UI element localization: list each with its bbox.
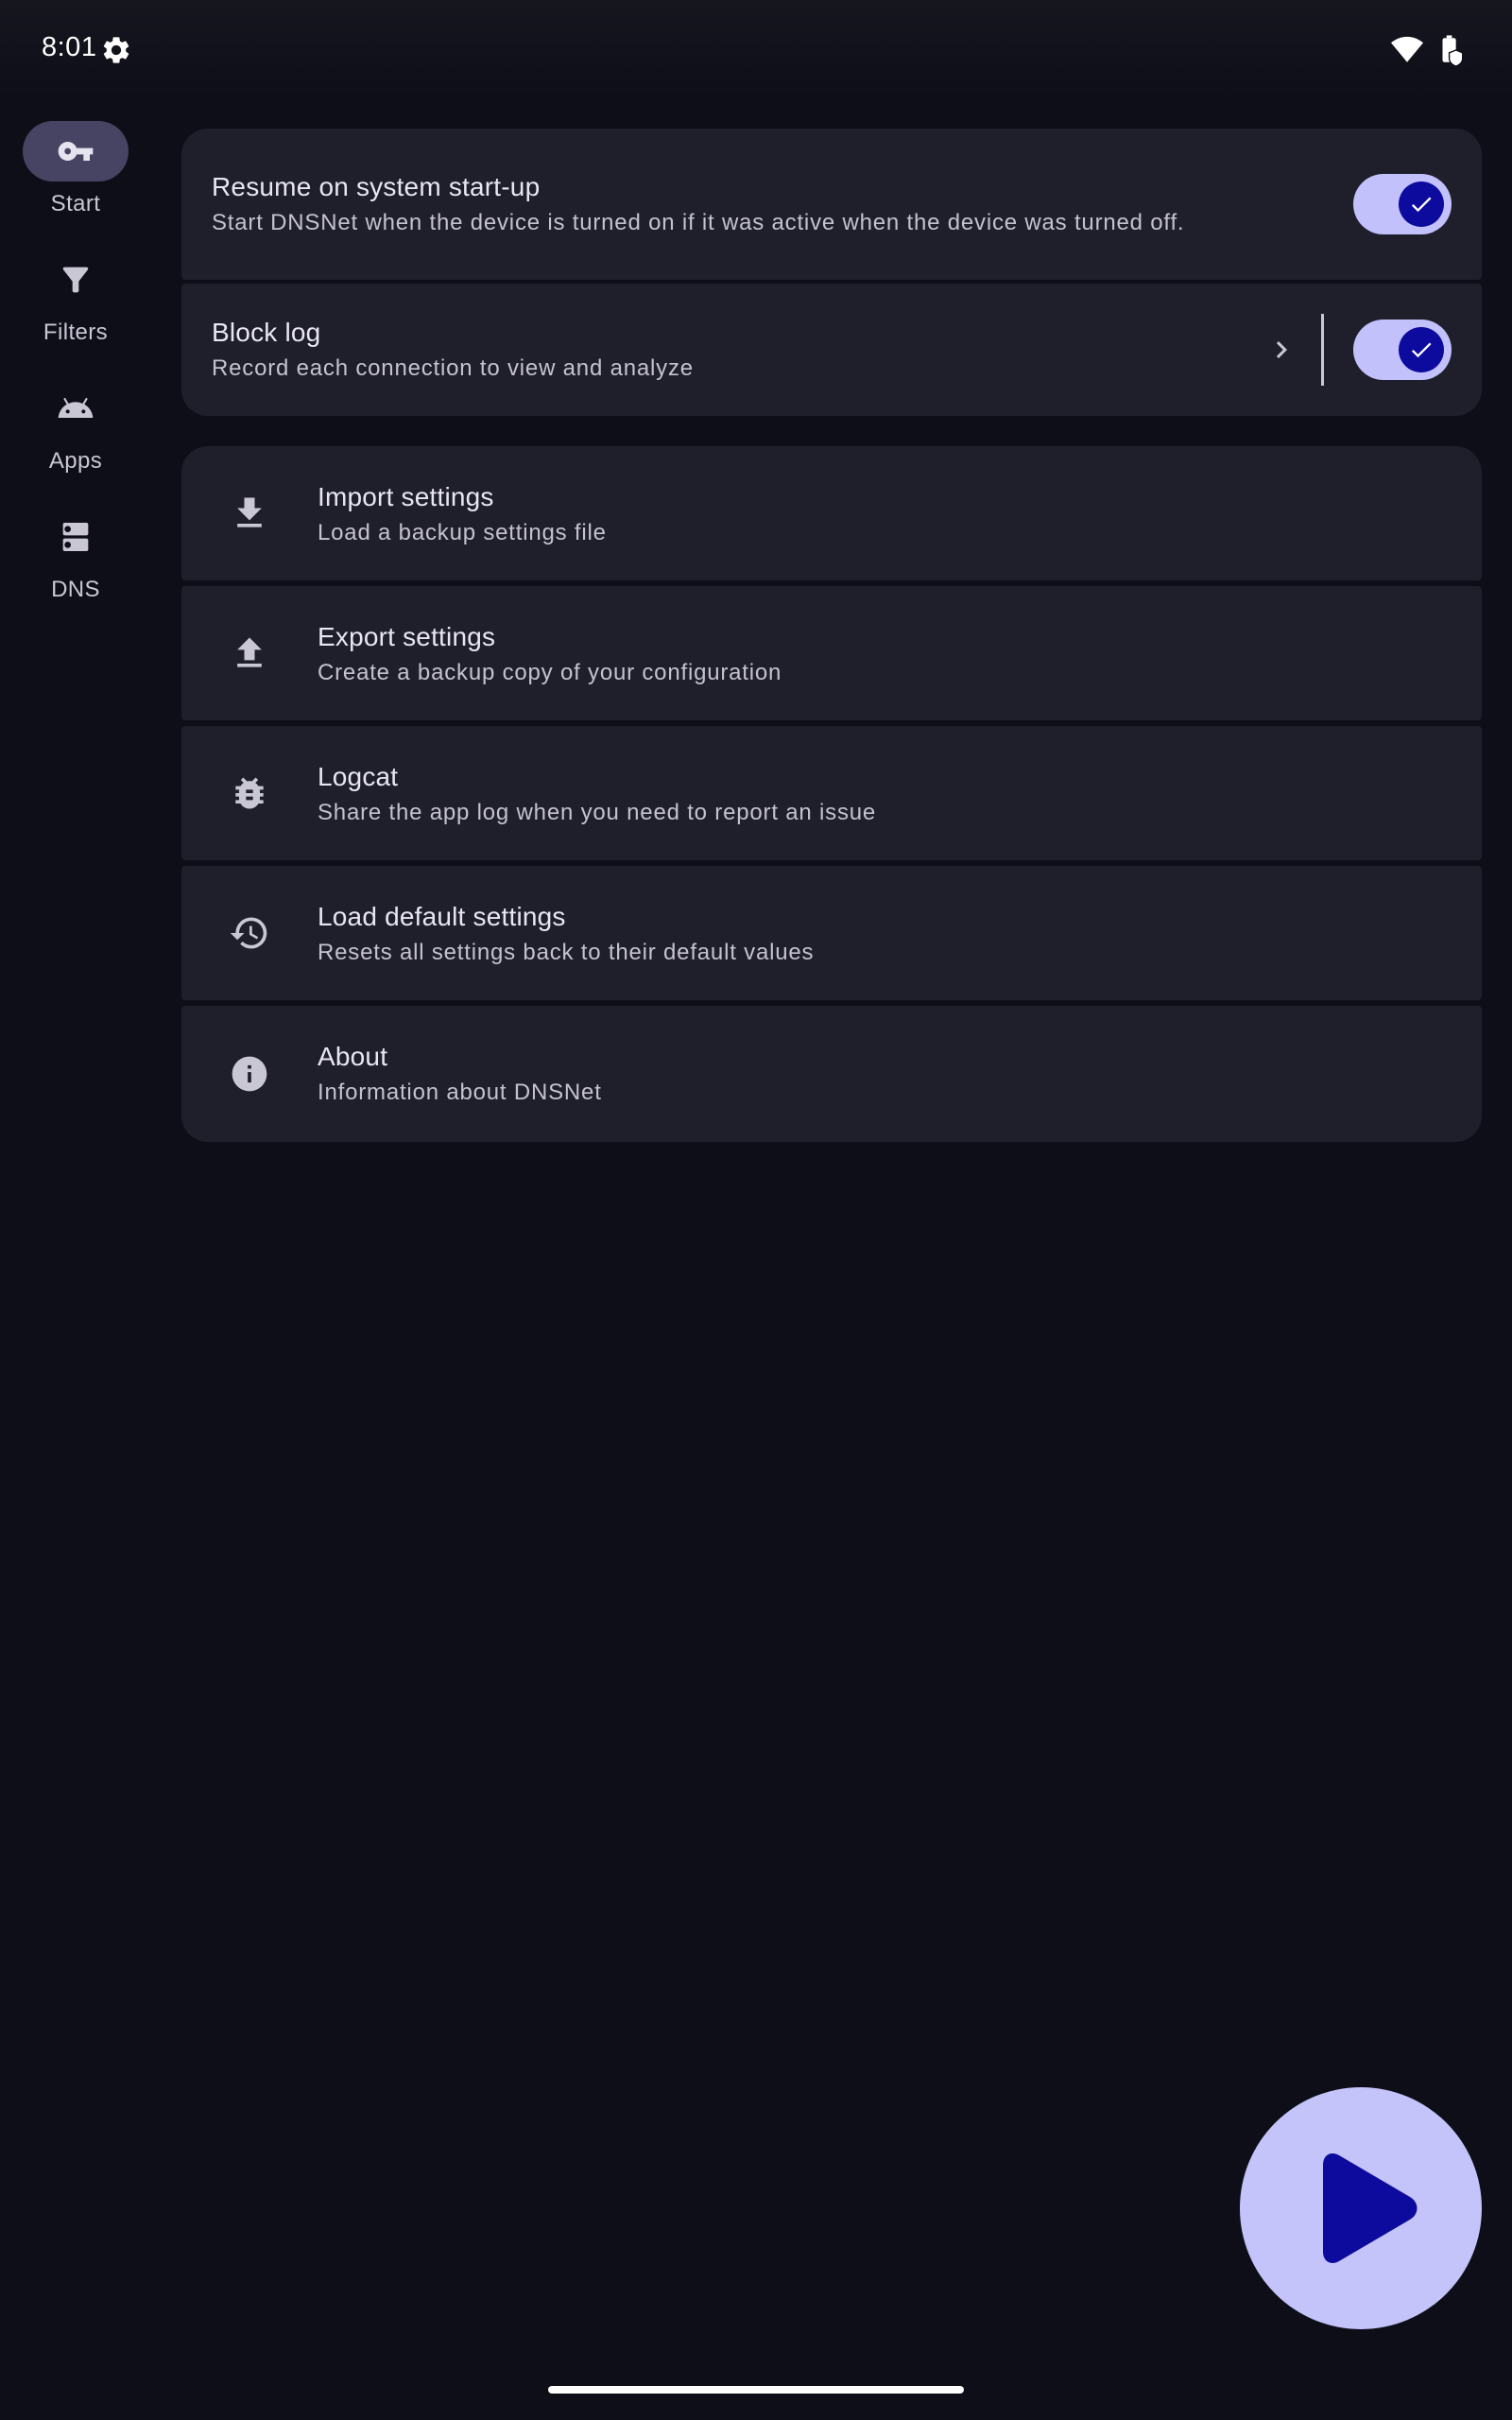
row-title: Load default settings: [318, 902, 566, 931]
nav-item-filters[interactable]: Filters: [0, 242, 151, 365]
row-title: Logcat: [318, 762, 399, 791]
android-icon: [58, 397, 94, 418]
row-subtitle: Information about DNSNet: [318, 1080, 602, 1105]
row-title: Export settings: [318, 622, 496, 651]
about-row[interactable]: About Information about DNSNet: [181, 1006, 1482, 1142]
server-icon: [62, 523, 89, 551]
start-vpn-button[interactable]: [1240, 2087, 1482, 2329]
key-icon: [58, 142, 94, 161]
status-time: 8:01: [42, 32, 97, 62]
row-subtitle: Record each connection to view and analy…: [212, 355, 694, 381]
history-icon: [230, 917, 267, 949]
row-title: About: [318, 1042, 388, 1071]
bug-icon: [235, 777, 264, 809]
home-indicator[interactable]: [548, 2386, 964, 2394]
row-title: Block log: [212, 318, 321, 347]
download-icon: [237, 497, 262, 527]
upload-icon: [237, 637, 262, 667]
check-icon: [1411, 342, 1432, 358]
toggle-thumb: [1399, 182, 1444, 227]
resume-toggle[interactable]: [1353, 174, 1452, 234]
nav-item-dns[interactable]: DNS: [0, 499, 151, 622]
load-default-settings-row[interactable]: Load default settings Resets all setting…: [181, 866, 1482, 1000]
chevron-right-icon[interactable]: [1264, 333, 1298, 367]
status-icons: [1391, 34, 1465, 66]
row-subtitle: Load a backup settings file: [318, 520, 607, 545]
wifi-icon: [1391, 36, 1423, 62]
export-settings-row[interactable]: Export settings Create a backup copy of …: [181, 586, 1482, 720]
info-icon: [232, 1056, 267, 1092]
row-subtitle: Share the app log when you need to repor…: [318, 800, 877, 825]
nav-label: Filters: [43, 320, 109, 345]
battery-icon: [1442, 35, 1464, 66]
toggle-thumb: [1399, 327, 1444, 372]
row-subtitle: Resets all settings back to their defaul…: [318, 940, 815, 965]
settings-icon: [103, 37, 129, 63]
nav-item-apps[interactable]: Apps: [0, 371, 151, 493]
import-settings-row[interactable]: Import settings Load a backup settings f…: [181, 446, 1482, 580]
divider: [1321, 314, 1324, 386]
row-subtitle: Create a backup copy of your configurati…: [318, 660, 782, 685]
block-log-row[interactable]: Block log Record each connection to view…: [181, 284, 1482, 416]
block-log-toggle[interactable]: [1353, 320, 1452, 380]
play-icon: [1323, 2153, 1418, 2263]
check-icon: [1411, 197, 1432, 213]
nav-label: Start: [50, 191, 101, 216]
nav-label: DNS: [51, 577, 100, 602]
filter-icon: [62, 267, 89, 293]
row-subtitle: Start DNSNet when the device is turned o…: [212, 210, 1185, 235]
row-title: Import settings: [318, 482, 494, 511]
row-title: Resume on system start-up: [212, 172, 541, 201]
logcat-row[interactable]: Logcat Share the app log when you need t…: [181, 726, 1482, 860]
status-bar: 8:01: [0, 0, 1512, 100]
resume-on-startup-row[interactable]: Resume on system start-up Start DNSNet w…: [181, 129, 1482, 280]
nav-label: Apps: [48, 448, 103, 474]
nav-item-start[interactable]: Start: [0, 113, 151, 236]
